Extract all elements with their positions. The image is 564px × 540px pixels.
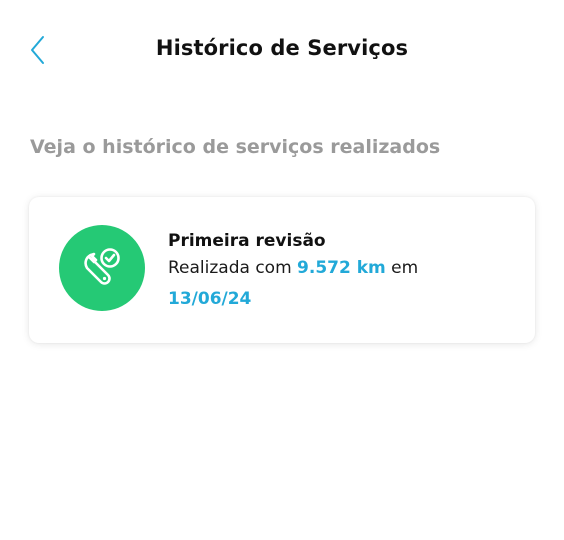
page-title: Histórico de Serviços	[155, 36, 409, 60]
service-connector: em	[391, 258, 419, 278]
service-icon-circle	[59, 225, 145, 311]
service-date-line: 13/06/24	[168, 285, 508, 314]
service-mileage: 9.572 km	[297, 258, 386, 278]
header: Histórico de Serviços	[0, 28, 564, 72]
wrench-check-icon	[84, 248, 120, 285]
service-details: Primeira revisão Realizada com 9.572 km …	[168, 230, 508, 314]
service-card[interactable]: Primeira revisão Realizada com 9.572 km …	[29, 197, 535, 343]
service-prefix: Realizada com	[168, 258, 292, 278]
service-title: Primeira revisão	[168, 231, 326, 251]
service-mileage-line: Realizada com 9.572 km em	[168, 254, 508, 283]
page-subtitle: Veja o histórico de serviços realizados	[30, 136, 441, 158]
service-history-screen: Histórico de Serviços Veja o histórico d…	[0, 0, 564, 540]
service-date: 13/06/24	[168, 289, 252, 309]
